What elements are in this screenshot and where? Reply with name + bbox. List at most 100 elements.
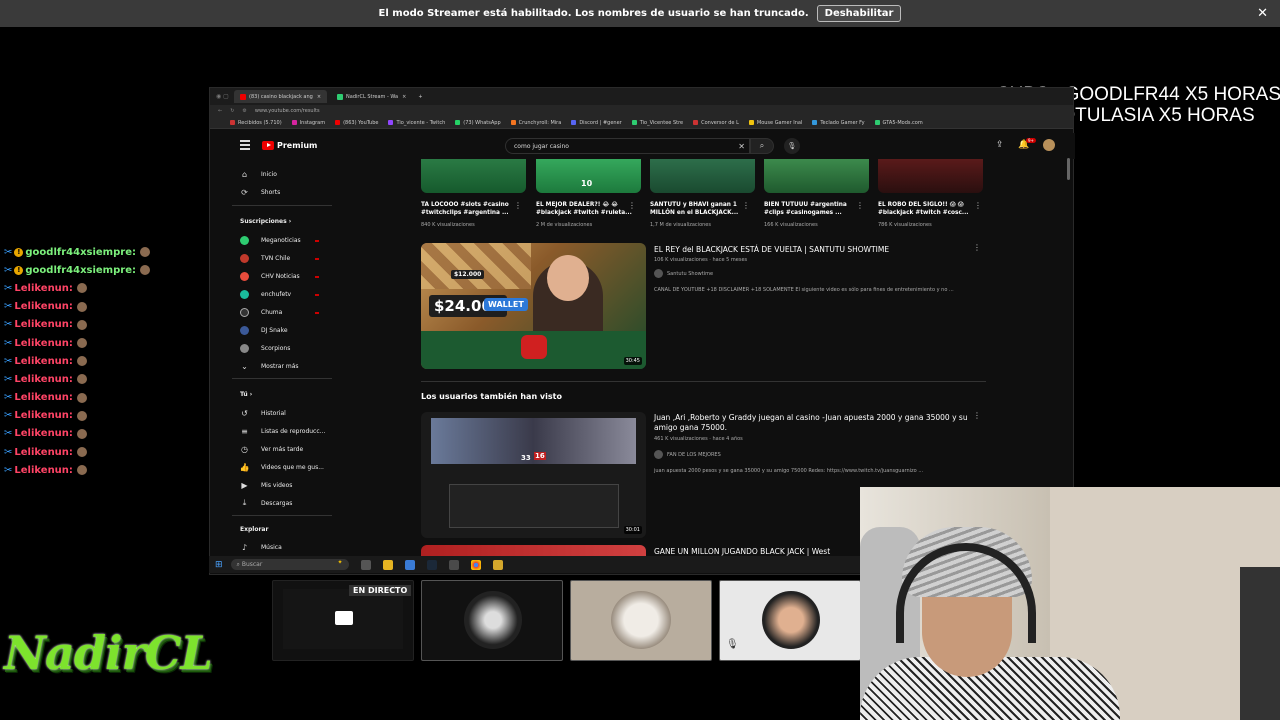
task-view-icon[interactable] [360, 559, 371, 570]
bookmark-item[interactable]: Discord | #gener [571, 119, 622, 126]
store-icon[interactable] [404, 559, 415, 570]
video-thumbnail[interactable]: $12.000 $24.000 WALLET 30:45 [421, 243, 646, 369]
monitor-icon [335, 611, 353, 625]
more-options-icon[interactable]: ⋮ [856, 201, 864, 210]
bookmark-item[interactable]: Tio_Vicentee Stre [631, 119, 684, 126]
sword-badge-icon: ✂ [4, 301, 13, 313]
window-preview[interactable] [421, 580, 563, 661]
chat-username: Lelikenun: [14, 446, 73, 458]
short-thumbnail[interactable] [878, 159, 983, 193]
chat-username: Lelikenun: [14, 282, 73, 294]
tab-label: (83) casino blackjack ang [249, 93, 313, 100]
more-options-icon[interactable]: ⋮ [973, 243, 981, 252]
new-tab-icon[interactable]: + [418, 94, 422, 100]
channel-link[interactable]: FAN DE LOS MEJORES [654, 450, 721, 459]
short-thumbnail[interactable] [650, 159, 755, 193]
clear-search-icon[interactable]: ✕ [738, 142, 745, 151]
more-options-icon[interactable]: ⋮ [514, 201, 522, 210]
short-title[interactable]: TA LOCOOO #slots #casino #twitchclips #a… [421, 201, 524, 217]
short-title[interactable]: BIEN TUTUUU #argentina #clips #casinogam… [764, 201, 867, 217]
menu-icon[interactable] [240, 140, 250, 150]
taskbar-search-input[interactable]: ⌕ Buscar ✦ [230, 559, 349, 570]
thumbnail-chips [521, 335, 547, 359]
close-tab-icon[interactable]: × [317, 94, 321, 100]
bookmark-item[interactable]: Mouse Gamer Inal [748, 119, 803, 126]
bookmark-favicon-icon [631, 119, 637, 125]
short-views: 166 K visualizaciones [764, 222, 818, 228]
site-info-icon[interactable]: ⚙ [242, 108, 246, 114]
scrollbar[interactable] [1067, 158, 1070, 180]
address-bar: ← ↻ ⚙ www.youtube.com/results [210, 105, 1073, 117]
url-input[interactable]: www.youtube.com/results [255, 108, 320, 114]
chat-message: ✂! goodlfr44xsiempre: [4, 243, 150, 261]
chat-message: ✂ Lelikenun: [4, 389, 150, 407]
bookmark-item[interactable]: GTA5-Mods.com [874, 119, 923, 126]
bookmark-item[interactable]: (863) YouTube [335, 119, 378, 126]
short-thumbnail[interactable] [764, 159, 869, 193]
bookmark-item[interactable]: Instagram [291, 119, 326, 126]
bookmark-item[interactable]: Recibidos (5.710) [230, 119, 282, 126]
chat-username: Lelikenun: [14, 410, 73, 422]
steam-icon[interactable] [426, 559, 437, 570]
bookmark-label: Instagram [299, 119, 326, 126]
bookmark-item[interactable]: Crunchyroll: Mira [510, 119, 561, 126]
bookmark-item[interactable]: (73) WhatsApp [455, 119, 501, 126]
bookmark-item[interactable]: Teclado Gamer Fy [812, 119, 865, 126]
more-options-icon[interactable]: ⋮ [973, 411, 981, 420]
bookmark-label: GTA5-Mods.com [882, 119, 923, 126]
close-tab-icon[interactable]: × [402, 94, 406, 100]
video-title[interactable]: EL REY del BLACKJACK ESTÁ DE VUELTA | SA… [654, 245, 889, 255]
channel-link[interactable]: Santutu Showtime [654, 269, 713, 278]
more-options-icon[interactable]: ⋮ [742, 201, 750, 210]
search-input[interactable]: como jugar casino ✕ [505, 138, 750, 154]
more-options-icon[interactable]: ⋮ [628, 201, 636, 210]
app-icon[interactable] [492, 559, 503, 570]
chrome-icon[interactable] [470, 559, 481, 570]
short-title[interactable]: EL MEJOR DEALER?! 😂 😂 #blackjack #twitch… [536, 201, 639, 217]
streamer-mode-banner: El modo Streamer está habilitado. Los no… [0, 0, 1280, 27]
sub-badge-icon: ! [14, 247, 24, 257]
short-thumbnail[interactable]: 10 [536, 159, 641, 193]
stream-chat: ✂! goodlfr44xsiempre: ✂! goodlfr44xsiempre:… [4, 243, 150, 479]
reload-icon[interactable]: ↻ [230, 108, 234, 114]
youtube-logo[interactable]: Premium [262, 141, 317, 150]
bookmark-item[interactable]: Conversor de L [693, 119, 739, 126]
chat-message: ✂ Lelikenun: [4, 334, 150, 352]
short-thumbnail[interactable] [421, 159, 526, 193]
bookmark-label: (73) WhatsApp [463, 119, 501, 126]
emote-icon [76, 428, 87, 439]
app-icon[interactable] [448, 559, 459, 570]
channel-name: FAN DE LOS MEJORES [667, 451, 721, 458]
mic-icon[interactable]: 🎙 [784, 138, 800, 154]
file-explorer-icon[interactable] [382, 559, 393, 570]
bookmark-favicon-icon [693, 119, 699, 125]
tab-actions-icon[interactable]: ◉ ▢ [216, 93, 234, 100]
short-title[interactable]: SANTUTU y BHAVI ganan 1 MILLÓN en el BLA… [650, 201, 753, 217]
avatar[interactable] [1043, 139, 1055, 151]
disable-streamer-mode-button[interactable]: Deshabilitar [816, 5, 902, 22]
bookmark-item[interactable]: Tio_vicente - Twitch [388, 119, 445, 126]
back-icon[interactable]: ← [218, 108, 222, 114]
emote-icon [76, 283, 87, 294]
more-options-icon[interactable]: ⋮ [974, 201, 982, 210]
video-thumbnail[interactable]: 33 16 30:01 [421, 412, 646, 538]
search-button[interactable]: ⌕ [750, 138, 774, 154]
sword-badge-icon: ✂ [4, 337, 13, 349]
close-icon[interactable]: ✕ [1257, 6, 1268, 21]
video-title[interactable]: Juan ,Ari ,Roberto y Graddy juegan al ca… [654, 413, 968, 423]
window-preview[interactable]: 🎙 [719, 580, 861, 661]
video-title-continued[interactable]: amigo gana 75000. [654, 423, 727, 433]
bookmark-label: Mouse Gamer Inal [756, 119, 803, 126]
tab-youtube[interactable]: (83) casino blackjack ang × [234, 90, 328, 103]
windows-start-icon[interactable]: ⊞ [215, 560, 223, 570]
window-preview[interactable] [570, 580, 712, 661]
notification-badge: 9+ [1026, 138, 1036, 143]
short-title[interactable]: EL ROBO DEL SIGLO!! 😱 😱 #blackjack #twit… [878, 201, 981, 217]
tab-stream[interactable]: NadirCL Stream - Wa × [331, 90, 412, 103]
thumbnail-face [547, 255, 589, 301]
bookmark-label: Tio_Vicentee Stre [639, 119, 684, 126]
logo-label: Premium [277, 141, 318, 150]
upload-icon[interactable]: ⇪ [996, 140, 1004, 150]
chat-message: ✂ Lelikenun: [4, 370, 150, 388]
stream-favicon-icon [337, 93, 344, 100]
